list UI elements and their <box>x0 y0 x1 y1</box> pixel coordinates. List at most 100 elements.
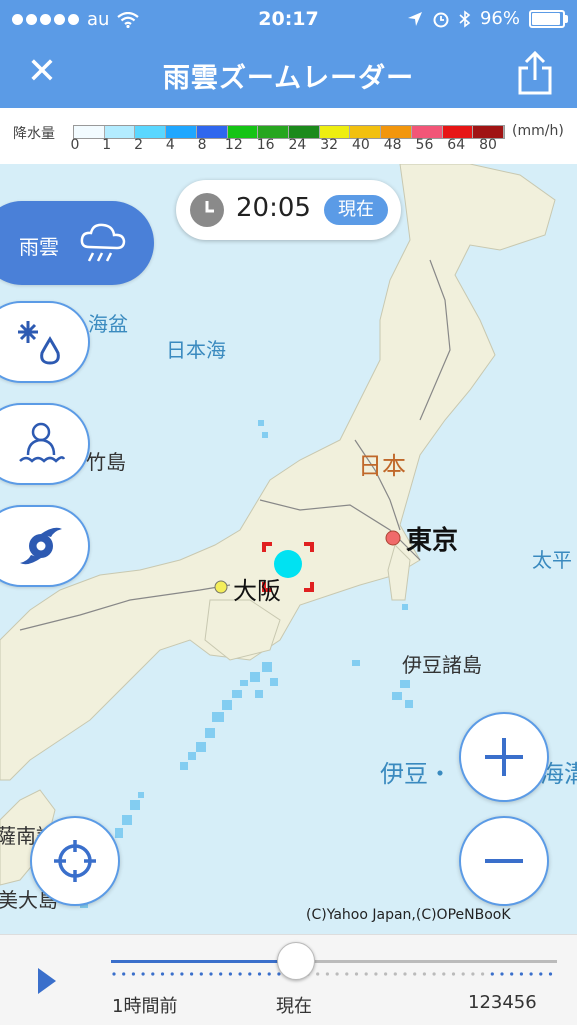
timeline-tick <box>461 972 465 976</box>
legend-tick-label: 2 <box>134 137 143 153</box>
map-label-pacific: 太平 <box>532 548 572 572</box>
timeline-tick <box>354 972 359 976</box>
legend-tick-label: 56 <box>415 137 434 153</box>
legend-tick-label: 48 <box>383 137 402 153</box>
legend-label: 降水量 <box>13 126 55 142</box>
snow-rain-icon <box>18 321 60 365</box>
timeline-tick <box>151 972 155 976</box>
timeline-tick <box>364 972 368 976</box>
crosshair-icon <box>54 840 96 882</box>
map-label-tokyo: 東京 <box>406 526 459 556</box>
legend-tick-label: 4 <box>165 137 175 153</box>
map-label-izu-islands: 伊豆諸島 <box>402 653 482 677</box>
status-right: 96% <box>407 8 568 29</box>
timeline-tick <box>500 972 504 976</box>
timeline-label-past: 1時間前 <box>112 996 178 1017</box>
legend-tick-label: 32 <box>320 137 339 153</box>
battery-icon <box>529 9 568 28</box>
snowman-icon <box>19 422 66 463</box>
zoom-out-button[interactable] <box>459 816 549 906</box>
legend-tick-label: 0 <box>70 137 80 153</box>
map-label-osaka: 大阪 <box>233 577 281 605</box>
play-icon[interactable] <box>38 968 56 994</box>
map-label-takeshima: 竹島 <box>86 450 126 474</box>
radar-time: 20:05 <box>236 193 311 223</box>
osaka-marker <box>214 580 228 594</box>
mode-snow-button[interactable] <box>0 403 90 485</box>
timeline-tick <box>190 972 194 976</box>
mode-rain-cloud-button[interactable]: 雨雲 <box>0 201 154 285</box>
legend-tick-label: 1 <box>102 137 112 153</box>
mode-typhoon-button[interactable] <box>0 505 90 587</box>
timeline-tick <box>403 972 407 976</box>
nav-bar: ✕ 雨雲ズームレーダー <box>0 40 577 108</box>
legend-tick-label: 24 <box>288 137 307 153</box>
timeline-tick <box>170 972 174 976</box>
now-badge[interactable]: 現在 <box>324 195 388 225</box>
map-copyright: (C)Yahoo Japan,(C)OPeNBooK <box>306 907 511 923</box>
timeline-tick <box>432 972 436 976</box>
timeline-tick <box>451 972 456 976</box>
timeline-tick <box>510 972 514 976</box>
legend-tick-label: 64 <box>447 137 466 153</box>
timeline-tick-dots <box>112 972 553 976</box>
timeline-tick <box>199 972 203 976</box>
rain-cloud-icon <box>80 223 126 262</box>
timeline-tick <box>209 972 213 976</box>
legend-ticks: 0 1 2 4 8 12 16 24 32 40 48 56 64 80 <box>65 137 505 157</box>
timeline-tick <box>374 972 378 976</box>
locate-button[interactable] <box>30 816 120 906</box>
page-title: 雨雲ズームレーダー <box>162 63 415 94</box>
location-arrow-icon <box>407 11 422 26</box>
timeline-tick <box>131 972 135 976</box>
minus-icon <box>485 859 523 863</box>
timeline-tick <box>335 972 339 976</box>
timeline-tick <box>112 972 116 976</box>
timeline-tick <box>345 972 349 976</box>
timeline-tick <box>442 972 446 976</box>
timeline-tick <box>316 972 320 976</box>
radar-time-pill[interactable]: 20:05 現在 <box>176 180 401 240</box>
legend-tick-label: 80 <box>479 137 497 153</box>
map-label-izu: 伊豆・ <box>380 760 452 788</box>
map-label-sea: 日本海 <box>166 338 226 362</box>
timeline-tick <box>277 972 281 976</box>
timeline-slider-thumb[interactable] <box>277 942 315 980</box>
mode-snow-rain-button[interactable] <box>0 301 90 383</box>
timeline-tick <box>393 972 397 976</box>
timeline-tick <box>122 972 126 976</box>
timeline-bar: 1時間前 現在 123456 <box>0 934 577 1025</box>
legend-tick-label: 12 <box>224 137 243 153</box>
timeline-track-played <box>111 960 296 963</box>
typhoon-icon <box>20 527 62 565</box>
timeline-tick <box>422 972 426 976</box>
legend-unit: (mm/h) <box>512 123 564 139</box>
timeline-track-remaining <box>296 960 557 963</box>
clock-icon <box>190 193 224 227</box>
plus-icon <box>485 738 523 776</box>
timeline-tick <box>519 972 523 976</box>
timeline-tick <box>325 972 329 976</box>
timeline-tick <box>257 972 262 976</box>
zoom-in-button[interactable] <box>459 712 549 802</box>
battery-percent: 96% <box>479 8 520 29</box>
timeline-label-now: 現在 <box>276 996 312 1017</box>
tokyo-marker <box>385 530 401 546</box>
alarm-icon <box>433 12 449 27</box>
timeline-tick <box>248 972 252 976</box>
timeline-tick <box>481 972 485 976</box>
timeline-label-future: 123456 <box>468 992 537 1013</box>
timeline-tick <box>384 972 388 976</box>
timeline-tick <box>413 972 417 976</box>
legend-tick-label: 8 <box>197 137 207 153</box>
timeline-tick <box>529 972 533 976</box>
timeline-tick <box>267 972 271 976</box>
timeline-tick <box>548 972 553 976</box>
map-label-basin: 海盆 <box>88 312 128 336</box>
share-icon[interactable] <box>515 50 555 96</box>
legend-tick-label: 40 <box>352 137 370 153</box>
bluetooth-icon <box>459 9 471 28</box>
map-label-japan: 日本 <box>358 452 406 480</box>
timeline-tick <box>141 972 145 976</box>
timeline-tick <box>238 972 242 976</box>
